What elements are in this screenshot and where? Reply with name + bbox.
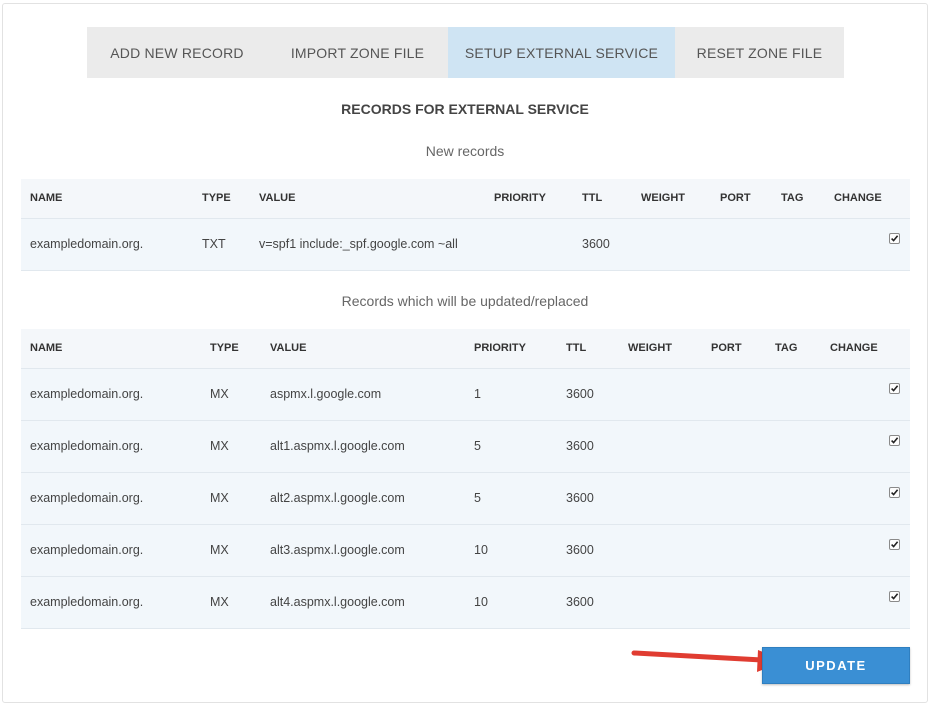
col-ttl-header: TTL xyxy=(582,192,603,204)
checkbox-checked-icon xyxy=(891,541,899,548)
col-value-header: VALUE xyxy=(259,192,296,204)
cell-type: MX xyxy=(210,387,229,401)
cell-name: exampledomain.org. xyxy=(30,387,144,401)
cell-priority: 1 xyxy=(474,387,481,401)
cell-name: exampledomain.org. xyxy=(30,237,144,251)
col-ttl-header: TTL xyxy=(566,342,587,354)
checkbox-checked-icon xyxy=(891,385,899,392)
col-value-header: VALUE xyxy=(270,342,307,354)
cell-value: aspmx.l.google.com xyxy=(270,387,382,401)
checkbox-checked-icon xyxy=(891,593,899,600)
table-row: exampledomain.org. MX alt4.aspmx.l.googl… xyxy=(21,577,910,629)
cell-type: MX xyxy=(210,595,229,609)
col-type-header: TYPE xyxy=(210,342,239,354)
cell-value: alt4.aspmx.l.google.com xyxy=(270,595,405,609)
cell-value: alt3.aspmx.l.google.com xyxy=(270,543,405,557)
tab-add-new-record[interactable]: ADD NEW RECORD xyxy=(87,27,267,78)
col-priority-header: PRIORITY xyxy=(494,192,546,204)
table-row: exampledomain.org. TXT v=spf1 include:_s… xyxy=(21,219,910,271)
cell-ttl: 3600 xyxy=(566,491,594,505)
tab-setup-external-service[interactable]: SETUP EXTERNAL SERVICE xyxy=(448,27,675,78)
change-checkbox[interactable] xyxy=(889,591,900,602)
checkbox-checked-icon xyxy=(891,235,899,242)
replaced-records-table: NAME TYPE VALUE PRIORITY TTL WEIGHT PORT… xyxy=(21,329,910,629)
table-row: exampledomain.org. MX alt2.aspmx.l.googl… xyxy=(21,473,910,525)
col-weight-header: WEIGHT xyxy=(628,342,672,354)
cell-type: TXT xyxy=(202,237,226,251)
col-change-header: CHANGE xyxy=(830,342,878,354)
cell-type: MX xyxy=(210,543,229,557)
cell-ttl: 3600 xyxy=(582,237,610,251)
col-type-header: TYPE xyxy=(202,192,231,204)
checkbox-checked-icon xyxy=(891,437,899,444)
cell-name: exampledomain.org. xyxy=(30,595,144,609)
col-weight-header: WEIGHT xyxy=(641,192,685,204)
table-header: NAME TYPE VALUE PRIORITY TTL WEIGHT PORT… xyxy=(21,329,910,369)
cell-value: alt2.aspmx.l.google.com xyxy=(270,491,405,505)
replaced-records-title: Records which will be updated/replaced xyxy=(341,293,589,309)
cell-name: exampledomain.org. xyxy=(30,491,144,505)
section-title: RECORDS FOR EXTERNAL SERVICE xyxy=(341,101,589,117)
cell-priority: 10 xyxy=(474,543,488,557)
cell-type: MX xyxy=(210,439,229,453)
col-port-header: PORT xyxy=(720,192,751,204)
col-tag-header: TAG xyxy=(775,342,798,354)
new-records-table: NAME TYPE VALUE PRIORITY TTL WEIGHT PORT… xyxy=(21,179,910,271)
tab-reset-zone-file[interactable]: RESET ZONE FILE xyxy=(675,27,844,78)
cell-priority: 5 xyxy=(474,439,481,453)
cell-name: exampledomain.org. xyxy=(30,439,144,453)
table-header: NAME TYPE VALUE PRIORITY TTL WEIGHT PORT… xyxy=(21,179,910,219)
col-port-header: PORT xyxy=(711,342,742,354)
col-tag-header: TAG xyxy=(781,192,804,204)
change-checkbox[interactable] xyxy=(889,487,900,498)
change-checkbox[interactable] xyxy=(889,383,900,394)
change-checkbox[interactable] xyxy=(889,435,900,446)
table-row: exampledomain.org. MX aspmx.l.google.com… xyxy=(21,369,910,421)
update-button[interactable]: UPDATE xyxy=(762,647,910,684)
col-name-header: NAME xyxy=(30,342,63,354)
tab-import-zone-file[interactable]: IMPORT ZONE FILE xyxy=(267,27,448,78)
cell-name: exampledomain.org. xyxy=(30,543,144,557)
change-checkbox[interactable] xyxy=(889,233,900,244)
cell-value: v=spf1 include:_spf.google.com ~all xyxy=(259,237,458,251)
col-change-header: CHANGE xyxy=(834,192,882,204)
cell-priority: 5 xyxy=(474,491,481,505)
table-row: exampledomain.org. MX alt3.aspmx.l.googl… xyxy=(21,525,910,577)
col-priority-header: PRIORITY xyxy=(474,342,526,354)
cell-ttl: 3600 xyxy=(566,595,594,609)
table-row: exampledomain.org. MX alt1.aspmx.l.googl… xyxy=(21,421,910,473)
change-checkbox[interactable] xyxy=(889,539,900,550)
cell-ttl: 3600 xyxy=(566,439,594,453)
cell-ttl: 3600 xyxy=(566,543,594,557)
cell-ttl: 3600 xyxy=(566,387,594,401)
cell-value: alt1.aspmx.l.google.com xyxy=(270,439,405,453)
new-records-title: New records xyxy=(425,143,505,159)
col-name-header: NAME xyxy=(30,192,63,204)
cell-type: MX xyxy=(210,491,229,505)
cell-priority: 10 xyxy=(474,595,488,609)
tab-bar: ADD NEW RECORD IMPORT ZONE FILE SETUP EX… xyxy=(87,27,844,78)
checkbox-checked-icon xyxy=(891,489,899,496)
